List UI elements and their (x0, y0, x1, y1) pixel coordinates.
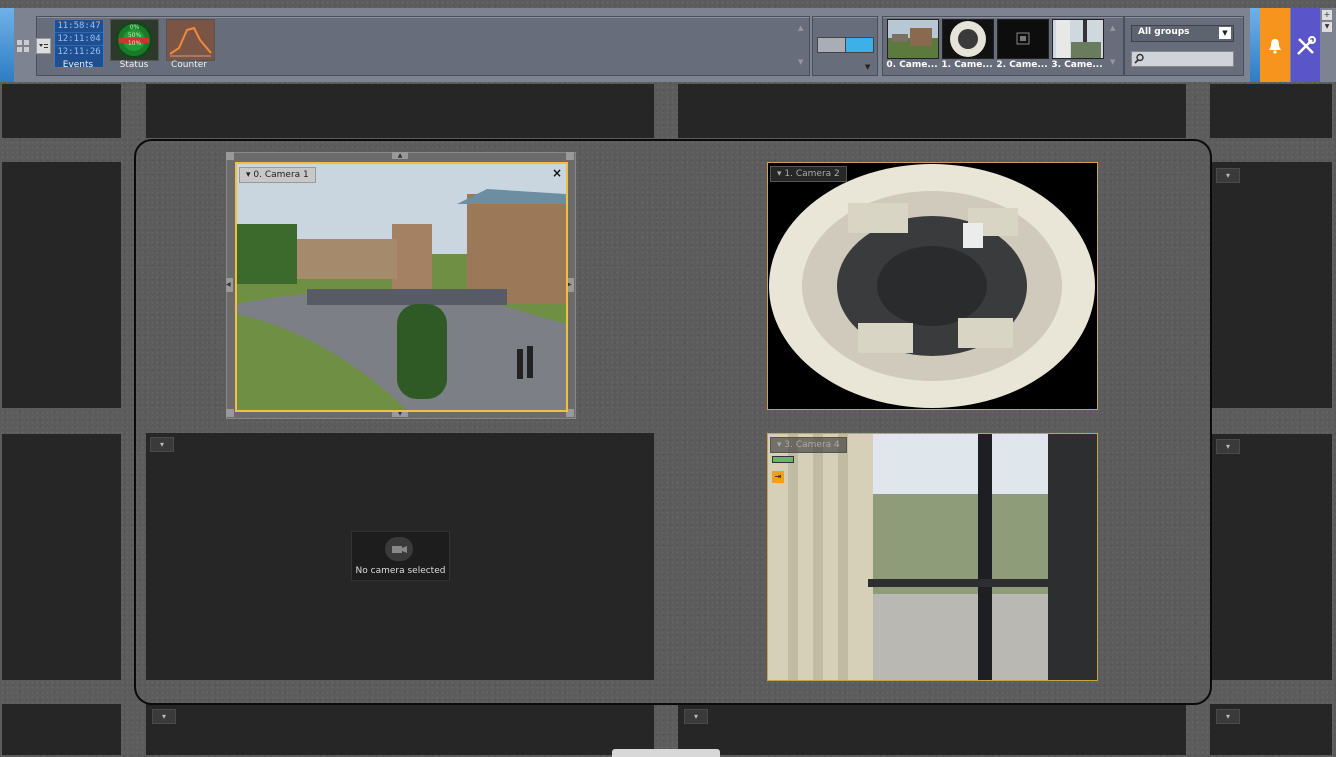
layout-list-icon[interactable] (36, 38, 51, 54)
layout-cell[interactable]: ▾ (678, 704, 1186, 755)
thumbnail-label: 3. Came... (1051, 60, 1103, 70)
bell-icon (1269, 39, 1281, 54)
camera-4-label: 3. Camera 4 (784, 440, 840, 450)
camera-thumbnail[interactable] (887, 19, 939, 59)
thumbs-scroll-up-icon[interactable]: ▲ (1110, 24, 1115, 32)
layout-cell[interactable] (2, 84, 121, 138)
resize-handle[interactable] (226, 152, 234, 160)
thumbs-scroll-down-icon[interactable]: ▼ (1110, 58, 1115, 66)
empty-camera-cell[interactable]: ▾ No camera selected (146, 433, 654, 680)
layout-option-selected[interactable] (845, 37, 874, 53)
cell-menu-button[interactable]: ▾ (1216, 709, 1240, 724)
signal-level-icon (772, 456, 794, 463)
layout-cell[interactable] (2, 434, 121, 680)
camera-icon (385, 537, 413, 561)
no-camera-text: No camera selected (355, 566, 446, 576)
close-icon[interactable]: × (552, 166, 562, 180)
resize-handle-right[interactable]: ▶ (567, 278, 574, 292)
resize-handle-left[interactable]: ◀ (226, 278, 233, 292)
status-value: 0% (129, 24, 140, 31)
camera-4-tab[interactable]: ▾ 3. Camera 4 (770, 437, 847, 453)
thumbnail-label: 2. Came... (996, 60, 1048, 70)
layout-cell[interactable] (146, 84, 654, 138)
alarms-button[interactable] (1260, 8, 1290, 82)
top-toolbar: 11:58:47 12:11:04 12:11:26 Events 0% 50%… (0, 8, 1336, 82)
layout-cell[interactable] (2, 704, 121, 755)
event-time: 12:11:04 (55, 33, 103, 46)
toolbar-right-edge (1250, 8, 1260, 82)
event-time: 11:58:47 (55, 20, 103, 33)
status-widget[interactable]: 0% 50% 10% (110, 19, 159, 61)
tools-icon (1297, 36, 1316, 55)
layout-cell[interactable] (2, 162, 121, 408)
camera-2-tab[interactable]: ▾ 1. Camera 2 (770, 166, 847, 182)
layout-cell[interactable]: ▾ (146, 704, 654, 755)
layout-switcher[interactable]: ▼ (812, 16, 878, 76)
events-label: Events (62, 60, 94, 70)
status-label: Status (119, 60, 149, 70)
chevron-down-icon[interactable]: ▼ (1219, 27, 1231, 39)
thumbnail-label: 1. Came... (941, 60, 993, 70)
status-value: 10% (127, 40, 142, 47)
toolbar-left-edge (0, 8, 14, 82)
camera-thumbnail[interactable] (942, 19, 994, 59)
resize-handle-top[interactable]: ▲ (392, 152, 408, 159)
no-camera-placeholder: No camera selected (351, 531, 450, 581)
counter-label: Counter (171, 60, 207, 70)
camera-4-video (768, 434, 1097, 680)
camera-2-video (768, 163, 1097, 409)
cell-menu-button[interactable]: ▾ (150, 437, 174, 452)
counter-graph-icon (167, 20, 214, 60)
resize-handle[interactable] (226, 409, 234, 417)
camera-1-tab[interactable]: ▾ 0. Camera 1 (239, 167, 316, 183)
camera-4-view[interactable]: ▾ 3. Camera 4 ⇥ (767, 433, 1098, 681)
bottom-panel-handle[interactable] (612, 749, 720, 757)
counter-widget[interactable] (166, 19, 215, 61)
camera-1-video (237, 164, 566, 410)
layout-cell[interactable]: ▾ (1210, 434, 1332, 680)
camera-2-label: 1. Camera 2 (784, 169, 840, 179)
camera-thumbnail[interactable] (1052, 19, 1104, 59)
cell-menu-button[interactable]: ▾ (152, 709, 176, 724)
camera-thumbnail[interactable] (997, 19, 1049, 59)
layout-cell[interactable] (1210, 84, 1332, 138)
camera-1-view[interactable]: ▾ 0. Camera 1 × (235, 162, 568, 412)
event-time: 12:11:26 (57, 47, 101, 57)
settings-button[interactable] (1291, 8, 1320, 82)
thumbnail-label: 0. Came... (886, 60, 938, 70)
cell-menu-button[interactable]: ▾ (1216, 439, 1240, 454)
camera-1-label: 0. Camera 1 (253, 170, 309, 180)
window-collapse-icon[interactable]: ▼ (1322, 22, 1332, 32)
search-icon (1134, 53, 1144, 64)
camera-search-input[interactable] (1131, 51, 1234, 67)
cell-menu-button[interactable]: ▾ (684, 709, 708, 724)
scroll-down-icon[interactable]: ▼ (798, 58, 803, 66)
layout-dropdown-icon[interactable]: ▼ (865, 63, 870, 71)
resize-handle[interactable] (566, 152, 574, 160)
cell-menu-button[interactable]: ▾ (1216, 168, 1240, 183)
camera-2-view[interactable]: ▾ 1. Camera 2 (767, 162, 1098, 410)
layout-cell[interactable]: ▾ (1210, 162, 1332, 408)
layout-grid-icon[interactable] (17, 40, 29, 52)
group-select[interactable]: All groups ▼ (1131, 25, 1234, 42)
status-value: 50% (127, 32, 142, 39)
window-expand-icon[interactable]: + (1322, 10, 1332, 20)
layout-cell[interactable] (678, 84, 1186, 138)
layout-option[interactable] (817, 37, 846, 53)
group-select-value: All groups (1138, 27, 1190, 37)
layout-cell[interactable]: ▾ (1210, 704, 1332, 755)
scroll-up-icon[interactable]: ▲ (798, 24, 803, 32)
exit-icon[interactable]: ⇥ (772, 471, 784, 483)
